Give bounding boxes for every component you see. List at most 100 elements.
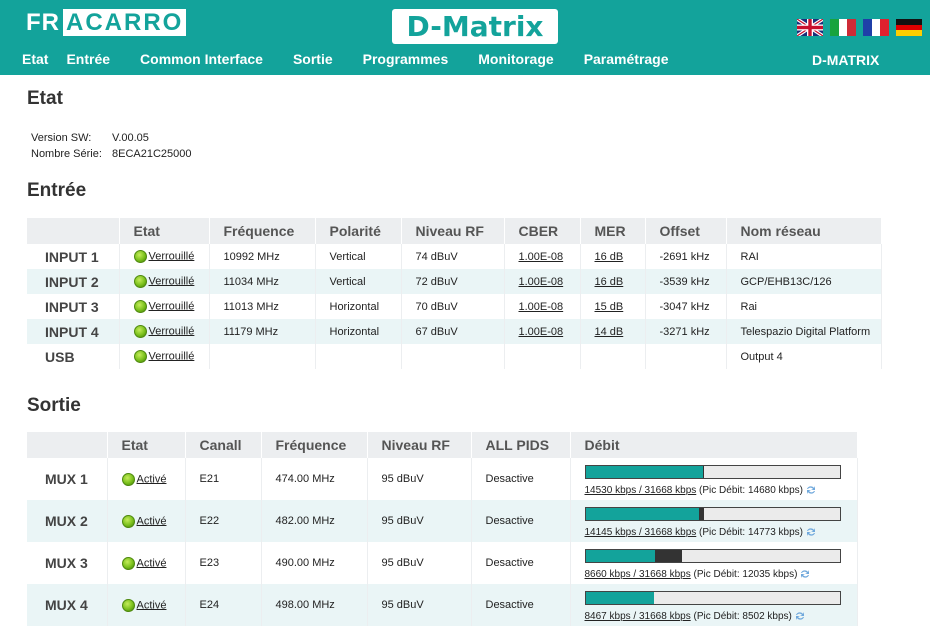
polarity-value: Vertical <box>315 244 402 269</box>
table-header-row: Etat Fréquence Polarité Niveau RF CBER MER Off… <box>27 218 882 244</box>
mux-status-link[interactable]: Activé <box>137 515 167 527</box>
lock-status-link[interactable]: Verrouillé <box>149 250 195 262</box>
lock-status-link[interactable]: Verrouillé <box>149 325 195 337</box>
network-name: RAI <box>726 244 882 269</box>
channel-value: E21 <box>185 458 262 500</box>
mux-name: MUX 3 <box>27 542 108 584</box>
table-row: USB Verrouillé Output 4 <box>27 344 882 369</box>
nav-monitorage[interactable]: Monitorage <box>460 51 565 67</box>
column-header: Niveau RF <box>367 432 472 458</box>
network-name: Output 4 <box>726 344 882 369</box>
status-led-icon <box>121 598 135 612</box>
table-row: MUX 1 Activé E21 474.00 MHz 95 dBuV Desactive… <box>27 458 858 500</box>
bitrate-cell: 14530 kbps / 31668 kbps (Pic Débit: 1468… <box>570 458 858 500</box>
refresh-icon[interactable] <box>800 569 810 579</box>
column-header: Offset <box>645 218 727 244</box>
input-name: INPUT 3 <box>27 294 120 319</box>
bitrate-peak-marker <box>702 466 704 478</box>
lock-status-cell: Verrouillé <box>119 319 210 344</box>
france-flag-icon[interactable] <box>863 19 889 36</box>
frequency-value: 498.00 MHz <box>261 584 368 626</box>
table-row: INPUT 1 Verrouillé 10992 MHz Vertical 74 dBu… <box>27 244 882 269</box>
bitrate-text: 8660 kbps / 31668 kbps (Pic Débit: 12035… <box>585 569 858 580</box>
mer-link[interactable]: 15 dB <box>595 301 624 313</box>
cber-link[interactable]: 1.00E-08 <box>519 251 564 263</box>
mer-link[interactable]: 16 dB <box>595 251 624 263</box>
bitrate-link[interactable]: 14145 kbps / 31668 kbps <box>585 527 697 538</box>
column-header: Fréquence <box>209 218 316 244</box>
frequency-value: 11179 MHz <box>209 319 316 344</box>
bitrate-link[interactable]: 14530 kbps / 31668 kbps <box>585 485 697 496</box>
refresh-icon[interactable] <box>806 527 816 537</box>
lock-status-link[interactable]: Verrouillé <box>149 300 195 312</box>
network-name: Rai <box>726 294 882 319</box>
input-name: INPUT 4 <box>27 319 120 344</box>
nav-programmes[interactable]: Programmes <box>345 51 461 67</box>
rf-level-value: 95 dBuV <box>367 500 472 542</box>
all-pids-value: Desactive <box>471 500 571 542</box>
peak-bitrate: (Pic Débit: 12035 kbps) <box>693 569 798 580</box>
network-name: Telespazio Digital Platform <box>726 319 882 344</box>
mer-link[interactable]: 14 dB <box>595 326 624 338</box>
cber-link[interactable]: 1.00E-08 <box>519 301 564 313</box>
mux-status-cell: Activé <box>107 458 186 500</box>
table-row: INPUT 2 Verrouillé 11034 MHz Vertical 72 dBu… <box>27 269 882 294</box>
lock-status-link[interactable]: Verrouillé <box>149 350 195 362</box>
network-name: GCP/EHB13C/126 <box>726 269 882 294</box>
input-name: INPUT 2 <box>27 269 120 294</box>
bitrate-bar-fill <box>585 508 699 520</box>
cber-link[interactable]: 1.00E-08 <box>519 326 564 338</box>
bitrate-text: 8467 kbps / 31668 kbps (Pic Débit: 8502 … <box>585 611 858 622</box>
mer-link[interactable]: 16 dB <box>595 276 624 288</box>
offset-value: -3539 kHz <box>645 269 727 294</box>
germany-flag-icon[interactable] <box>896 19 922 36</box>
status-led-icon <box>133 275 147 288</box>
table-row: INPUT 3 Verrouillé 11013 MHz Horizontal 70 d… <box>27 294 882 319</box>
mux-status-link[interactable]: Activé <box>137 599 167 611</box>
bitrate-text: 14530 kbps / 31668 kbps (Pic Débit: 1468… <box>585 485 858 496</box>
peak-bitrate: (Pic Débit: 8502 kbps) <box>693 611 792 622</box>
rf-level-value: 67 dBuV <box>401 319 505 344</box>
status-led-icon <box>133 300 147 313</box>
bitrate-link[interactable]: 8660 kbps / 31668 kbps <box>585 569 691 580</box>
lock-status-cell: Verrouillé <box>119 294 210 319</box>
frequency-value: 10992 MHz <box>209 244 316 269</box>
input-name: USB <box>27 344 120 369</box>
nav-etat[interactable]: Etat <box>10 51 60 67</box>
bitrate-link[interactable]: 8467 kbps / 31668 kbps <box>585 611 691 622</box>
bitrate-bar <box>584 507 841 521</box>
lock-status-link[interactable]: Verrouillé <box>149 275 195 287</box>
sortie-table: Etat Canall Fréquence Niveau RF ALL PIDS Débi… <box>27 432 858 626</box>
offset-value: -3047 kHz <box>645 294 727 319</box>
etat-section-title: Etat <box>27 88 63 109</box>
version-value: V.00.05 <box>112 132 149 144</box>
mux-status-link[interactable]: Activé <box>137 557 167 569</box>
mux-status-link[interactable]: Activé <box>137 473 167 485</box>
channel-value: E22 <box>185 500 262 542</box>
top-bar: FR ACARRO D-Matrix D-MATRIX Etat Entrée C… <box>0 0 930 75</box>
nav-sortie[interactable]: Sortie <box>275 51 345 67</box>
column-header: Débit <box>570 432 858 458</box>
nav-entree[interactable]: Entrée <box>60 51 122 67</box>
device-brand-label: D-MATRIX <box>812 52 880 68</box>
column-header: CBER <box>504 218 581 244</box>
refresh-icon[interactable] <box>795 611 805 621</box>
italy-flag-icon[interactable] <box>830 19 856 36</box>
serial-label: Nombre Série: <box>31 148 102 160</box>
frequency-value: 490.00 MHz <box>261 542 368 584</box>
offset-value: -2691 kHz <box>645 244 727 269</box>
uk-flag-icon[interactable] <box>797 19 823 36</box>
frequency-value: 474.00 MHz <box>261 458 368 500</box>
nav-parametrage[interactable]: Paramétrage <box>566 51 681 67</box>
cber-link[interactable]: 1.00E-08 <box>519 276 564 288</box>
bitrate-cell: 14145 kbps / 31668 kbps (Pic Débit: 1477… <box>570 500 858 542</box>
all-pids-value: Desactive <box>471 584 571 626</box>
peak-bitrate: (Pic Débit: 14773 kbps) <box>699 527 803 538</box>
version-label: Version SW: <box>31 132 92 144</box>
refresh-icon[interactable] <box>806 485 816 495</box>
serial-value: 8ECA21C25000 <box>112 148 192 160</box>
nav-common-interface[interactable]: Common Interface <box>122 51 275 67</box>
bitrate-bar-fill <box>585 466 703 478</box>
column-header <box>27 432 108 458</box>
rf-level-value: 72 dBuV <box>401 269 505 294</box>
